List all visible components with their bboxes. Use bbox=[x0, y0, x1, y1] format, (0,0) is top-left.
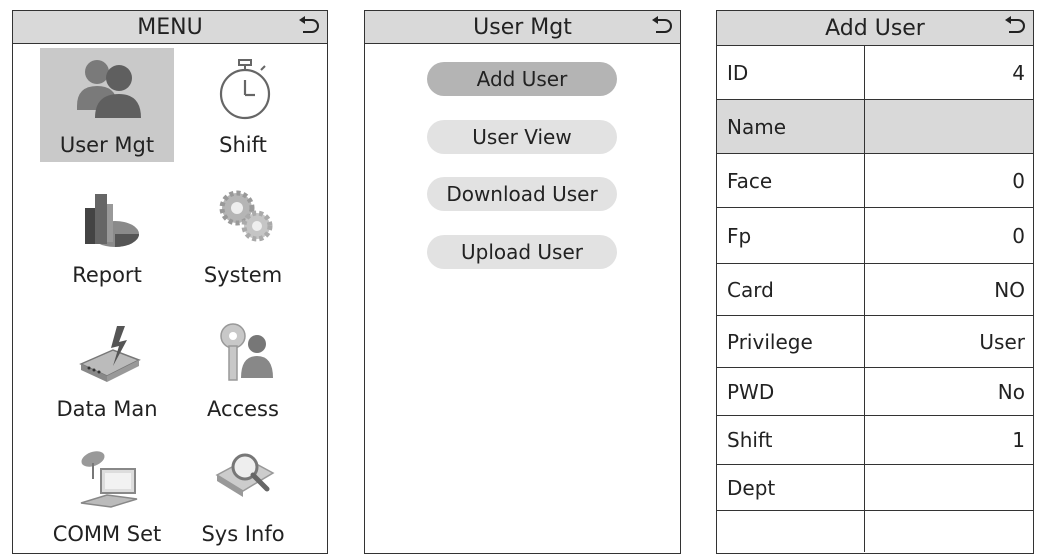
field-label: ID bbox=[717, 46, 865, 99]
row-privilege[interactable]: Privilege User bbox=[717, 316, 1033, 368]
field-value: User bbox=[979, 329, 1025, 354]
field-value: 1 bbox=[1012, 428, 1025, 452]
satellite-computer-icon bbox=[80, 451, 138, 508]
field-value: 0 bbox=[1012, 223, 1025, 248]
field-value bbox=[865, 511, 1033, 552]
back-icon[interactable] bbox=[1003, 15, 1027, 37]
users-icon bbox=[77, 60, 141, 118]
add-user-header: Add User bbox=[717, 11, 1033, 46]
menu-item-label: User Mgt bbox=[59, 133, 155, 157]
field-label: Card bbox=[717, 264, 865, 315]
add-user-button[interactable]: Add User bbox=[427, 62, 617, 96]
menu-item-system[interactable]: System bbox=[176, 178, 310, 292]
stopwatch-icon bbox=[219, 59, 271, 120]
row-dept[interactable]: Dept bbox=[717, 465, 1033, 511]
menu-item-label: Sys Info bbox=[201, 522, 285, 546]
upload-user-button[interactable]: Upload User bbox=[427, 235, 617, 269]
menu-item-label: System bbox=[203, 263, 283, 287]
field-label: PWD bbox=[717, 368, 865, 415]
menu-item-data-man[interactable]: Data Man bbox=[40, 312, 174, 426]
report-chart-icon bbox=[85, 194, 139, 247]
field-label: Privilege bbox=[717, 316, 865, 367]
field-value: 0 bbox=[1012, 168, 1025, 193]
download-user-button[interactable]: Download User bbox=[427, 177, 617, 211]
field-label: Dept bbox=[717, 465, 865, 510]
row-face[interactable]: Face 0 bbox=[717, 154, 1033, 208]
key-person-icon bbox=[220, 323, 273, 381]
menu-item-label: COMM Set bbox=[52, 522, 162, 546]
menu-item-user-mgt[interactable]: User Mgt bbox=[40, 48, 174, 162]
field-label bbox=[717, 511, 865, 552]
gears-icon bbox=[219, 190, 273, 242]
field-value: NO bbox=[994, 277, 1025, 302]
magnifier-book-icon bbox=[215, 453, 275, 497]
menu-item-label: Data Man bbox=[56, 397, 158, 421]
menu-item-sys-info[interactable]: Sys Info bbox=[176, 437, 310, 551]
back-icon[interactable] bbox=[650, 15, 674, 37]
menu-item-comm-set[interactable]: COMM Set bbox=[40, 437, 174, 551]
row-pwd[interactable]: PWD No bbox=[717, 368, 1033, 416]
field-value: 4 bbox=[1012, 60, 1025, 85]
menu-item-shift[interactable]: Shift bbox=[176, 48, 310, 162]
menu-item-label: Access bbox=[207, 397, 279, 421]
user-mgt-title: User Mgt bbox=[473, 14, 572, 40]
field-label: Face bbox=[717, 154, 865, 207]
field-label: Shift bbox=[717, 416, 865, 464]
menu-title: MENU bbox=[137, 14, 203, 40]
field-value bbox=[865, 100, 1033, 153]
row-name[interactable]: Name bbox=[717, 100, 1033, 154]
menu-item-report[interactable]: Report bbox=[40, 178, 174, 292]
user-mgt-header: User Mgt bbox=[365, 11, 680, 44]
field-label: Fp bbox=[717, 208, 865, 263]
user-view-button[interactable]: User View bbox=[427, 120, 617, 154]
row-fp[interactable]: Fp 0 bbox=[717, 208, 1033, 264]
menu-header: MENU bbox=[13, 11, 327, 44]
row-card[interactable]: Card NO bbox=[717, 264, 1033, 316]
field-value: No bbox=[997, 379, 1025, 404]
field-value bbox=[865, 465, 1033, 510]
field-label: Name bbox=[717, 100, 865, 153]
menu-item-label: Report bbox=[72, 263, 142, 287]
add-user-panel: Add User ID 4 Name Face 0 Fp 0 Card NO P… bbox=[716, 10, 1034, 554]
user-mgt-panel: User Mgt Add User User View Download Use… bbox=[364, 10, 681, 554]
row-id[interactable]: ID 4 bbox=[717, 46, 1033, 100]
add-user-title: Add User bbox=[825, 15, 925, 41]
data-device-icon bbox=[79, 326, 141, 382]
row-empty bbox=[717, 511, 1033, 552]
menu-item-label: Shift bbox=[219, 133, 267, 157]
back-icon[interactable] bbox=[297, 15, 321, 37]
menu-item-access[interactable]: Access bbox=[176, 312, 310, 426]
row-shift[interactable]: Shift 1 bbox=[717, 416, 1033, 465]
menu-panel: MENU User Mgt Shift Report System Data M… bbox=[12, 10, 328, 554]
